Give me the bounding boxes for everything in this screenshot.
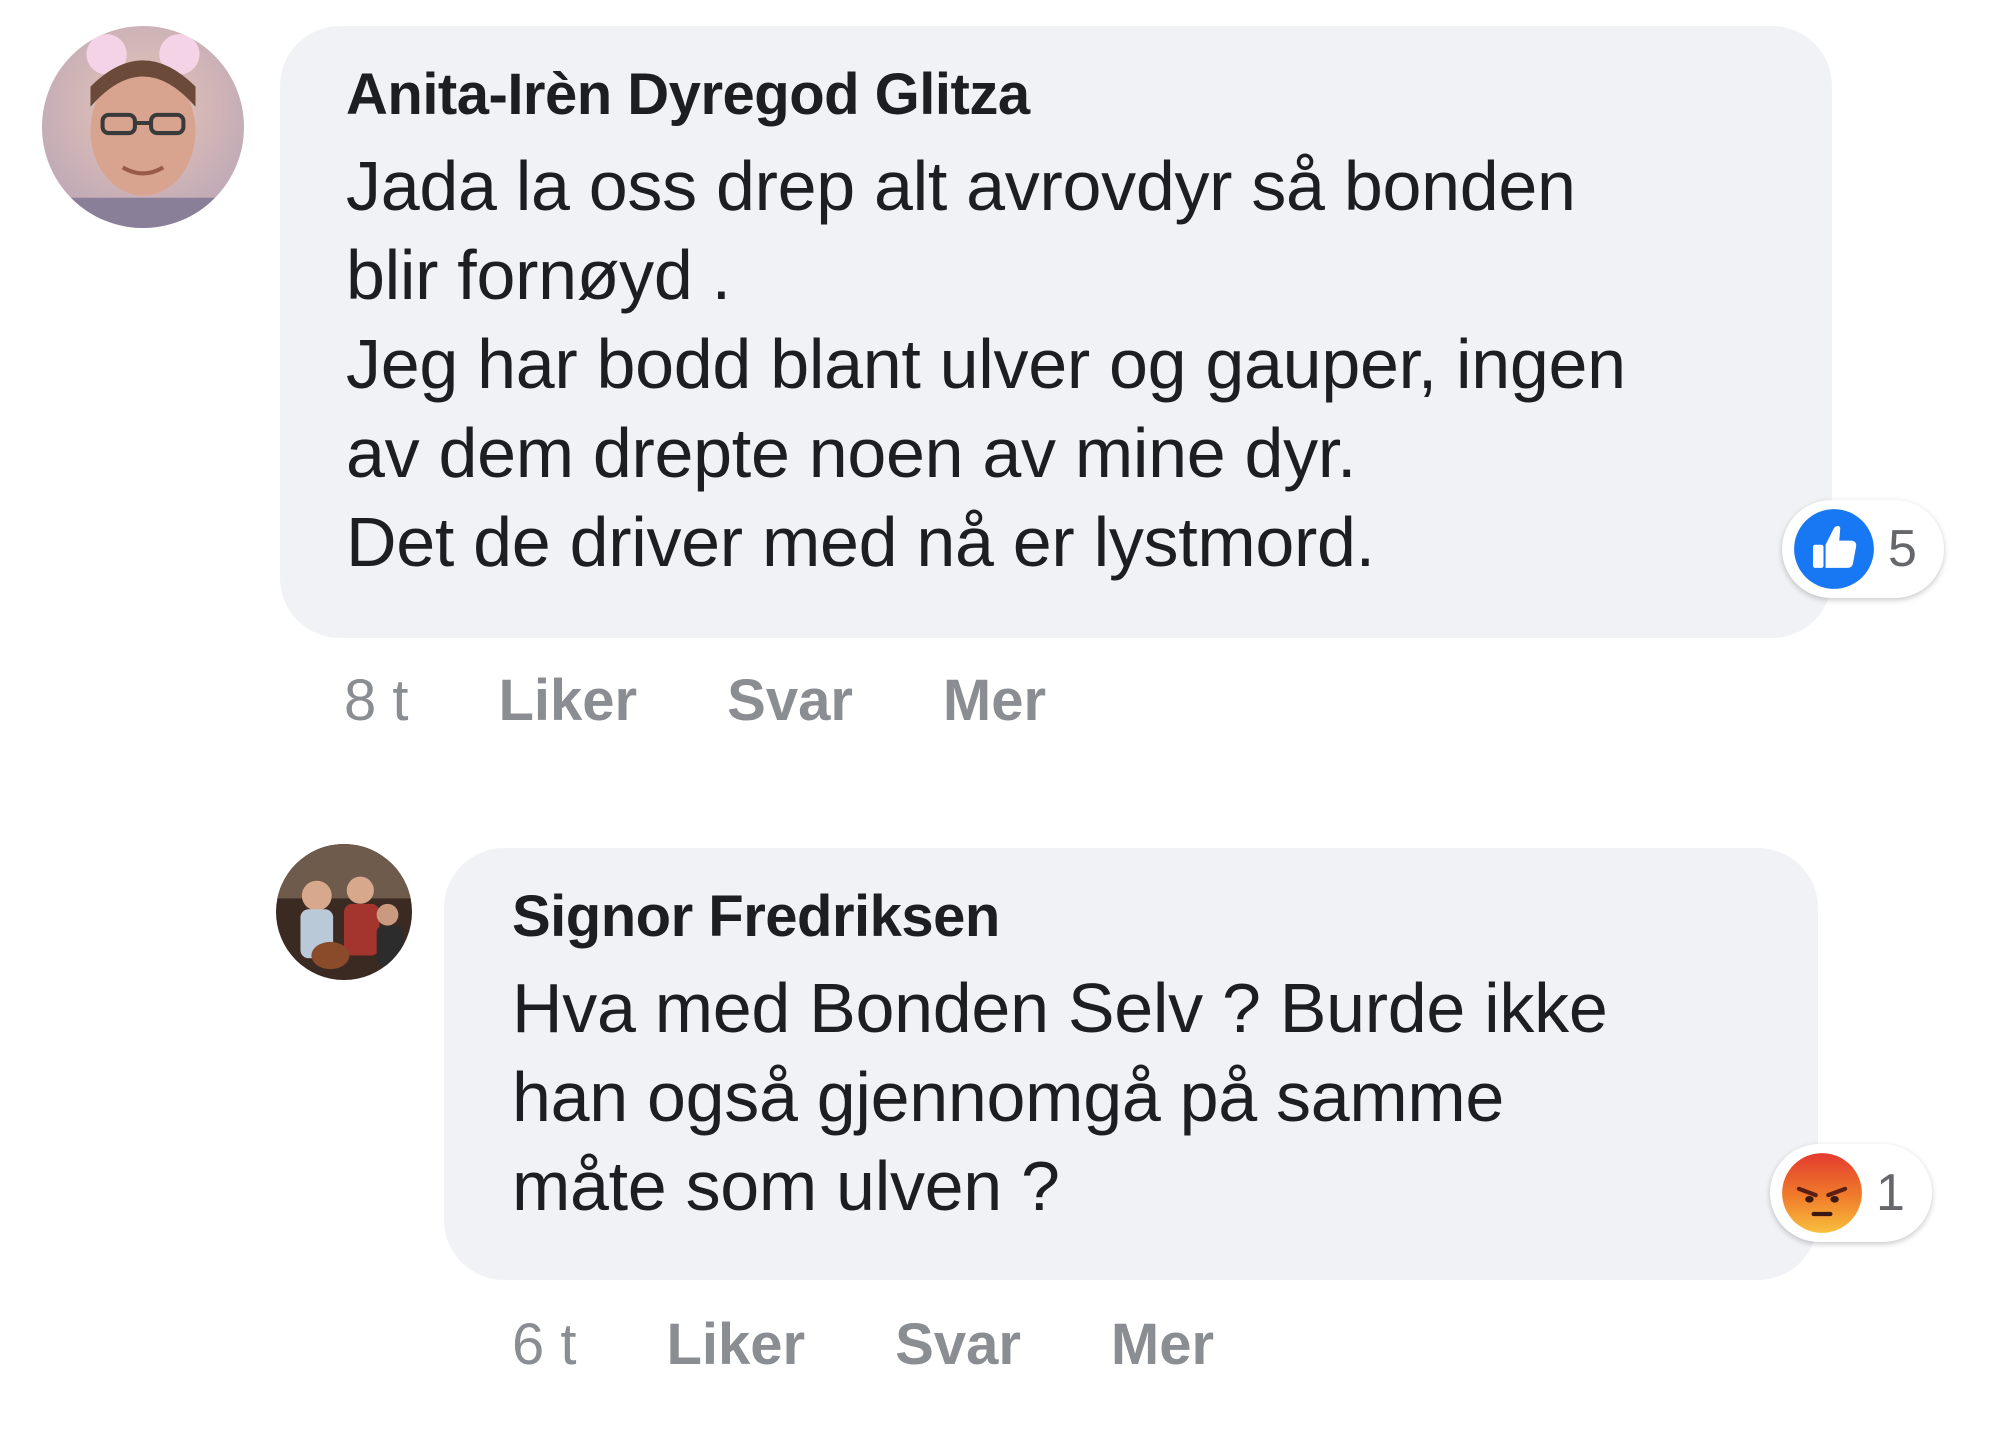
reaction-summary[interactable]: 5 [1782, 500, 1944, 598]
comment-timestamp[interactable]: 6 t [512, 1311, 577, 1378]
comment-text-line: av dem drepte noen av mine dyr. [346, 414, 1357, 492]
comment-text-line: måte som ulven ? [512, 1147, 1060, 1225]
more-button[interactable]: Mer [1111, 1311, 1214, 1378]
comment-text-line: Det de driver med nå er lystmord. [346, 503, 1375, 581]
angry-icon [1782, 1153, 1862, 1233]
profile-photo-icon [276, 844, 412, 980]
comment-actions: 8 t Liker Svar Mer [344, 664, 1136, 736]
more-button[interactable]: Mer [943, 667, 1046, 734]
like-button[interactable]: Liker [667, 1311, 806, 1378]
comment-text-line: Hva med Bonden Selv ? Burde ikke [512, 969, 1608, 1047]
reaction-count: 5 [1888, 520, 1917, 578]
comment-actions: 6 t Liker Svar Mer [512, 1308, 1304, 1380]
profile-photo-icon [42, 26, 244, 228]
comment-text: Jada la oss drep alt avrovdyr så bonden … [346, 142, 1832, 587]
reply-button[interactable]: Svar [727, 667, 853, 734]
avatar[interactable] [276, 844, 412, 980]
reply-button[interactable]: Svar [895, 1311, 1021, 1378]
comment-text-line: blir fornøyd . [346, 236, 731, 314]
comment-timestamp[interactable]: 8 t [344, 667, 409, 734]
comment-text: Hva med Bonden Selv ? Burde ikke han ogs… [512, 964, 1818, 1231]
comment-text-line: han også gjennomgå på samme [512, 1058, 1504, 1136]
avatar[interactable] [42, 26, 244, 228]
comment-bubble: Signor Fredriksen Hva med Bonden Selv ? … [444, 848, 1818, 1280]
reaction-summary[interactable]: 1 [1770, 1144, 1932, 1242]
like-button[interactable]: Liker [499, 667, 638, 734]
reaction-count: 1 [1876, 1164, 1905, 1222]
comment-text-line: Jada la oss drep alt avrovdyr så bonden [346, 147, 1576, 225]
comment-bubble: Anita-Irèn Dyregod Glitza Jada la oss dr… [280, 26, 1832, 638]
comment-author[interactable]: Anita-Irèn Dyregod Glitza [346, 62, 1832, 128]
comment-author[interactable]: Signor Fredriksen [512, 884, 1818, 950]
comment-text-line: Jeg har bodd blant ulver og gauper, inge… [346, 325, 1626, 403]
like-icon [1794, 509, 1874, 589]
